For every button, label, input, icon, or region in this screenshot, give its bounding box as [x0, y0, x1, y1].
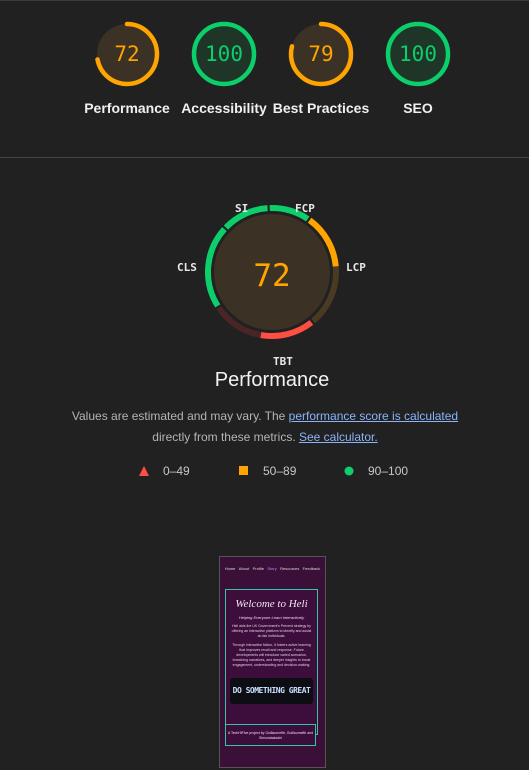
thumb-nav-item: Resources [280, 565, 300, 571]
triangle-icon [139, 466, 149, 476]
legend-range: 90–100 [368, 464, 409, 478]
square-icon [239, 466, 248, 475]
section-divider [0, 157, 529, 158]
metric-label-si[interactable]: SI [235, 202, 248, 215]
thumb-welcome-card: Welcome to Heli Helping Everyone Learn I… [225, 589, 318, 735]
gauge-label: Best Practices [272, 100, 370, 116]
legend-range: 50–89 [263, 464, 297, 478]
gauge-best-practices[interactable]: 79 Best Practices [271, 20, 371, 118]
gauge-accessibility[interactable]: 100 Accessibility [174, 20, 274, 118]
metric-label-tbt[interactable]: TBT [273, 355, 293, 368]
gauge-performance[interactable]: 72 Performance [77, 20, 177, 118]
thumb-nav: Home About Profile Story Resources Feedb… [220, 557, 325, 579]
metric-label-cls[interactable]: CLS [177, 261, 197, 274]
thumb-nav-item: Profile [252, 565, 264, 571]
category-summary: 72 Performance 100 Accessibility 79 Best… [0, 0, 529, 157]
thumb-heading: Welcome to Heli [235, 598, 308, 610]
see-calculator-link[interactable]: See calculator. [299, 430, 378, 444]
performance-title: Performance [214, 369, 330, 391]
final-screenshot[interactable]: Home About Profile Story Resources Feedb… [219, 556, 326, 768]
thumb-nav-item: Story [267, 565, 277, 571]
thumb-nav-item: Home [224, 565, 236, 571]
circle-icon [344, 466, 354, 476]
thumb-nav-item: Feedback [302, 565, 321, 571]
note-text: Values are estimated and may vary. The [71, 409, 289, 423]
thumb-neon-image: DO SOMETHING GREAT [230, 678, 313, 704]
thumb-nav-item: About [238, 565, 250, 571]
thumb-paragraph: Through interactive fiction, it fosters … [232, 643, 311, 667]
gauge-label: SEO [403, 100, 433, 116]
gauge-label: Accessibility [181, 100, 267, 116]
gauge-seo[interactable]: 100 SEO [368, 20, 468, 118]
performance-score-link[interactable]: performance score is calculated [289, 409, 458, 423]
gauge-score: 72 [114, 42, 140, 66]
thumb-subheading: Helping Everyone Learn Interactively [238, 615, 305, 620]
gauge-label: Performance [84, 100, 170, 116]
metric-label-lcp[interactable]: LCP [346, 261, 366, 274]
note-text-2: directly from these metrics. [152, 430, 299, 444]
performance-score: 72 [253, 258, 291, 294]
gauge-score: 100 [205, 42, 243, 66]
thumb-footer: A TechHiFive project by Guillaumefib, Gu… [225, 724, 316, 746]
thumb-paragraph: Heli aids the UK Government's Prevent st… [231, 624, 312, 638]
gauge-score: 79 [308, 42, 334, 66]
gauge-score: 100 [399, 42, 437, 66]
score-note: Values are estimated and may vary. The p… [60, 406, 470, 448]
metric-label-fcp[interactable]: FCP [295, 202, 315, 215]
legend-range: 0–49 [163, 464, 190, 478]
lighthouse-report: 72 Performance 100 Accessibility 79 Best… [0, 0, 529, 770]
